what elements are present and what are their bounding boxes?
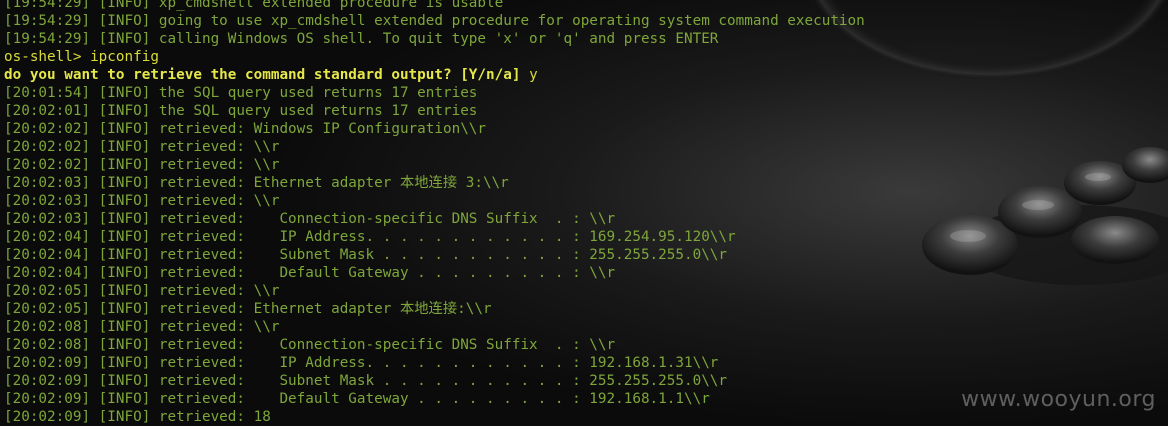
line-text: [20:01:54] [INFO] the SQL query used ret…: [4, 85, 478, 101]
line-text: do you want to retrieve the command stan…: [4, 67, 530, 83]
log-line: [19:54:29] [INFO] going to use xp_cmdshe…: [4, 12, 1168, 30]
log-line: [20:02:09] [INFO] retrieved: IP Address.…: [4, 354, 1168, 372]
line-text: [20:02:02] [INFO] retrieved: \\r: [4, 157, 280, 173]
prompt-question-line: do you want to retrieve the command stan…: [4, 66, 1168, 84]
log-line: [20:02:04] [INFO] retrieved: IP Address.…: [4, 228, 1168, 246]
line-text: [20:02:03] [INFO] retrieved: Connection-…: [4, 211, 616, 227]
user-answer: y: [529, 67, 538, 83]
log-line: [20:02:08] [INFO] retrieved: Connection-…: [4, 336, 1168, 354]
line-text: [20:02:09] [INFO] retrieved: Subnet Mask…: [4, 373, 728, 389]
log-line: [19:54:29] [INFO] xp_cmdshell extended p…: [4, 0, 1168, 12]
line-text: [20:02:08] [INFO] retrieved: \\r: [4, 319, 280, 335]
watermark: www.wooyun.org: [961, 387, 1156, 412]
log-line: [20:02:04] [INFO] retrieved: Default Gat…: [4, 264, 1168, 282]
line-text: [20:02:09] [INFO] retrieved: Default Gat…: [4, 391, 710, 407]
line-text: [20:02:02] [INFO] retrieved: \\r: [4, 139, 280, 155]
log-line: [20:01:54] [INFO] the SQL query used ret…: [4, 84, 1168, 102]
log-line: [20:02:03] [INFO] retrieved: Ethernet ad…: [4, 174, 1168, 192]
line-text: [20:02:05] [INFO] retrieved: \\r: [4, 283, 280, 299]
line-text: [20:02:04] [INFO] retrieved: IP Address.…: [4, 229, 736, 245]
log-line: [20:02:01] [INFO] the SQL query used ret…: [4, 102, 1168, 120]
line-text: [20:02:05] [INFO] retrieved: Ethernet ad…: [4, 301, 492, 317]
line-text: [20:02:04] [INFO] retrieved: Subnet Mask…: [4, 247, 728, 263]
log-line: [20:02:03] [INFO] retrieved: \\r: [4, 192, 1168, 210]
log-line: [20:02:03] [INFO] retrieved: Connection-…: [4, 210, 1168, 228]
line-text: [19:54:29] [INFO] going to use xp_cmdshe…: [4, 13, 865, 29]
line-text: [20:02:03] [INFO] retrieved: Ethernet ad…: [4, 175, 509, 191]
terminal-output[interactable]: [19:54:29] [INFO] xp_cmdshell extended p…: [4, 0, 1168, 426]
log-line: [20:02:05] [INFO] retrieved: \\r: [4, 282, 1168, 300]
line-text: [19:54:29] [INFO] xp_cmdshell extended p…: [4, 0, 504, 11]
line-text: [20:02:08] [INFO] retrieved: Connection-…: [4, 337, 616, 353]
line-text: [20:02:04] [INFO] retrieved: Default Gat…: [4, 265, 616, 281]
log-line: [20:02:02] [INFO] retrieved: Windows IP …: [4, 120, 1168, 138]
line-text: [20:02:01] [INFO] the SQL query used ret…: [4, 103, 478, 119]
line-text: [20:02:09] [INFO] retrieved: 18: [4, 409, 271, 425]
line-text: [20:02:02] [INFO] retrieved: Windows IP …: [4, 121, 487, 137]
log-line: [19:54:29] [INFO] calling Windows OS she…: [4, 30, 1168, 48]
line-text: [20:02:03] [INFO] retrieved: \\r: [4, 193, 280, 209]
log-line: [20:02:02] [INFO] retrieved: \\r: [4, 138, 1168, 156]
log-line: [20:02:02] [INFO] retrieved: \\r: [4, 156, 1168, 174]
line-text: [19:54:29] [INFO] calling Windows OS she…: [4, 31, 719, 47]
log-line: [20:02:04] [INFO] retrieved: Subnet Mask…: [4, 246, 1168, 264]
line-text: os-shell> ipconfig: [4, 49, 159, 65]
shell-prompt-line: os-shell> ipconfig: [4, 48, 1168, 66]
log-line: [20:02:08] [INFO] retrieved: \\r: [4, 318, 1168, 336]
log-line: [20:02:05] [INFO] retrieved: Ethernet ad…: [4, 300, 1168, 318]
line-text: [20:02:09] [INFO] retrieved: IP Address.…: [4, 355, 719, 371]
